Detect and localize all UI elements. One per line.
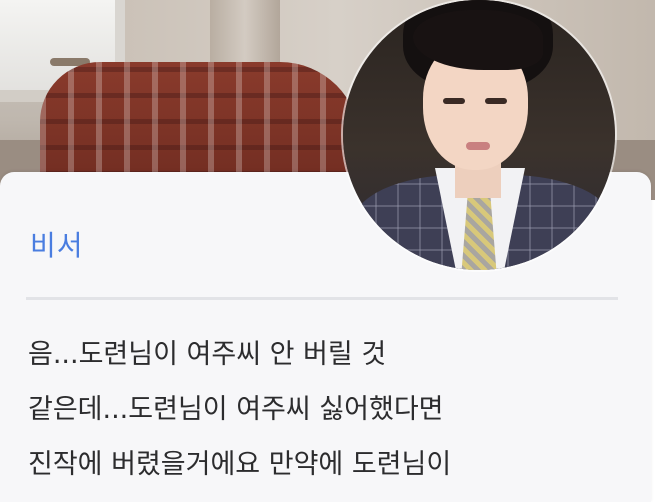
avatar-left-eye [443, 98, 465, 104]
message-line: 같은데...도련님이 여주씨 싫어했다면 [28, 394, 444, 425]
dialogue-divider [26, 297, 618, 300]
avatar-mouth [466, 142, 490, 150]
message-line: 음...도련님이 여주씨 안 버릴 것 [28, 339, 387, 370]
speaker-avatar [343, 0, 615, 270]
dialogue-message: 음...도련님이 여주씨 안 버릴 것 같은데...도련님이 여주씨 싫어했다면… [28, 327, 628, 492]
avatar-right-eye [485, 98, 507, 104]
message-line: 진작에 버렸을거에요 만약에 도련님이 [28, 449, 452, 480]
speaker-name: 비서 [30, 229, 84, 262]
